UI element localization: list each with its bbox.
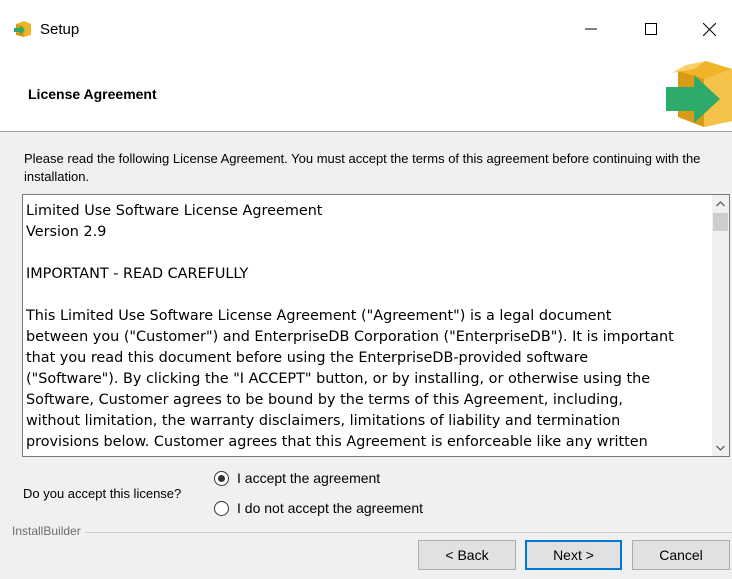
decline-radio[interactable]: I do not accept the agreement xyxy=(214,500,423,516)
accept-question: Do you accept this license? xyxy=(23,486,182,501)
scroll-up-button[interactable] xyxy=(712,195,729,212)
license-line: Version 2.9 xyxy=(26,224,107,240)
footer-divider xyxy=(12,532,732,533)
close-button[interactable] xyxy=(686,0,732,58)
maximize-icon xyxy=(645,23,657,35)
minimize-button[interactable] xyxy=(568,0,614,58)
license-text: Limited Use Software License Agreement Ve… xyxy=(26,201,714,453)
box-arrow-icon xyxy=(666,61,732,127)
page-title: License Agreement xyxy=(28,86,157,102)
radio-unselected-icon xyxy=(214,500,229,516)
cancel-button[interactable]: Cancel xyxy=(632,540,730,570)
title-bar[interactable]: Setup xyxy=(0,0,732,58)
accept-radio-label: I accept the agreement xyxy=(237,470,381,486)
license-line: IMPORTANT - READ CAREFULLY xyxy=(26,266,249,282)
license-line: that you read this document before using… xyxy=(26,350,589,366)
vertical-scrollbar[interactable] xyxy=(712,195,729,456)
scroll-down-button[interactable] xyxy=(712,439,729,456)
license-line: between you ("Customer") and EnterpriseD… xyxy=(26,329,674,345)
close-icon xyxy=(702,22,716,36)
license-line: Software, Customer agrees to be bound by… xyxy=(26,392,623,408)
wizard-header: License Agreement xyxy=(0,58,732,132)
setup-app-icon xyxy=(14,21,31,37)
accept-radio[interactable]: I accept the agreement xyxy=(214,470,380,486)
back-button[interactable]: < Back xyxy=(418,540,516,570)
minimize-icon xyxy=(585,28,597,30)
license-line: without limitation, the warranty disclai… xyxy=(26,413,621,429)
next-button[interactable]: Next > xyxy=(525,540,622,570)
license-line xyxy=(26,243,714,264)
chevron-down-icon xyxy=(716,445,725,451)
window-title: Setup xyxy=(40,21,80,38)
radio-selected-icon xyxy=(214,470,229,486)
license-line: This Limited Use Software License Agreem… xyxy=(26,308,612,324)
maximize-button[interactable] xyxy=(628,0,674,58)
license-line: ("Software"). By clicking the "I ACCEPT"… xyxy=(26,371,651,387)
installbuilder-label: InstallBuilder xyxy=(12,524,85,538)
license-line: provisions below. Customer agrees that t… xyxy=(26,434,648,450)
license-text-area[interactable]: Limited Use Software License Agreement Ve… xyxy=(22,194,730,457)
chevron-up-icon xyxy=(716,200,725,206)
scroll-thumb[interactable] xyxy=(713,213,728,231)
decline-radio-label: I do not accept the agreement xyxy=(237,500,424,516)
license-line xyxy=(26,285,714,306)
instructions-text: Please read the following License Agreem… xyxy=(24,151,701,184)
setup-window: Setup License Agreement Please read the … xyxy=(0,0,732,579)
license-line: Limited Use Software License Agreement xyxy=(26,203,323,219)
